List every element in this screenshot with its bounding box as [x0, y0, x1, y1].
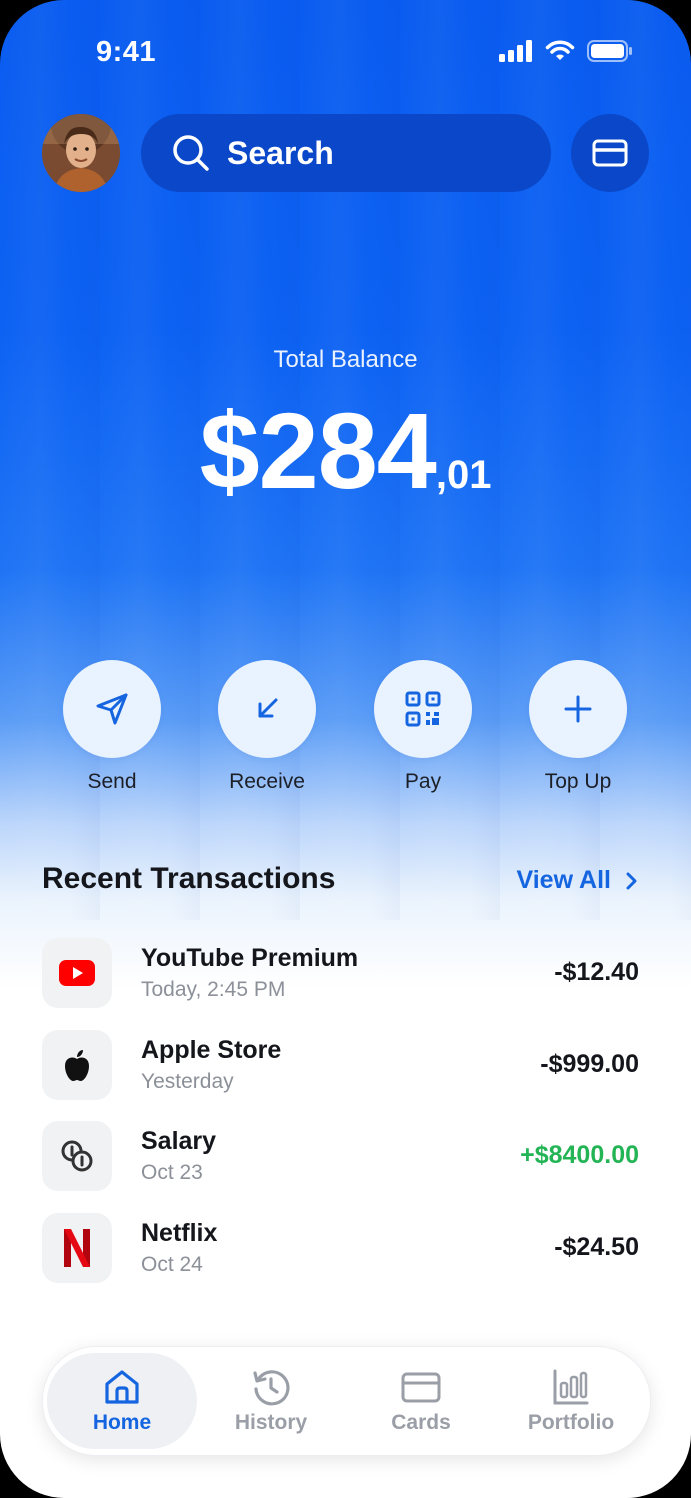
transaction-amount: -$12.40 [554, 958, 639, 986]
balance-amount: $284,01 [0, 388, 691, 513]
pay-label: Pay [404, 770, 442, 793]
status-icons [499, 40, 633, 62]
battery-icon [587, 40, 632, 62]
receive-arrow-icon [258, 698, 278, 718]
tab-portfolio-label: Portfolio [527, 1411, 615, 1434]
receive-circle[interactable] [218, 660, 316, 758]
youtube-icon [42, 938, 112, 1008]
transaction-date: Today, 2:45 PM [141, 978, 286, 1001]
signal-icon [499, 40, 532, 62]
cards-button[interactable] [571, 114, 649, 192]
transaction-name: YouTube Premium [141, 944, 359, 972]
home-icon [105, 1370, 139, 1404]
balance-label: Total Balance [273, 346, 418, 373]
avatar[interactable] [42, 114, 120, 192]
tab-home-label: Home [92, 1411, 152, 1434]
transaction-date: Yesterday [141, 1069, 234, 1093]
section-title: Recent Transactions [42, 862, 336, 895]
bar-chart-icon [553, 1369, 589, 1405]
card-icon [401, 1372, 441, 1403]
tab-portfolio[interactable]: Portfolio [496, 1353, 646, 1449]
plus-icon [564, 695, 592, 723]
tab-history-label: History [234, 1411, 308, 1434]
history-icon [253, 1370, 290, 1406]
transaction-row[interactable]: Salary Oct 23 +$8400.00 [42, 1121, 639, 1213]
wifi-icon [545, 40, 575, 60]
transaction-row[interactable]: Netflix Oct 24 -$24.50 [42, 1212, 639, 1305]
tab-history[interactable]: History [196, 1353, 346, 1449]
top-up-circle[interactable] [529, 660, 627, 758]
transactions-header: Recent Transactions View All [42, 862, 637, 902]
balance-cents: ,01 [435, 453, 492, 497]
view-all-link[interactable]: View All [517, 866, 637, 895]
status-time: 9:41 [96, 36, 157, 68]
pay-button[interactable]: Pay [374, 660, 472, 794]
phone-screen: 9:41 Search Total Balance $284,01 Send R… [0, 0, 691, 1498]
search-placeholder: Search [227, 134, 334, 171]
netflix-icon [42, 1212, 112, 1283]
send-button[interactable]: Send [63, 660, 161, 794]
top-up-label: Top Up [544, 770, 612, 793]
tab-home[interactable]: Home [47, 1353, 197, 1449]
transaction-row[interactable]: YouTube Premium Today, 2:45 PM -$12.40 [42, 938, 639, 1030]
tab-cards[interactable]: Cards [346, 1353, 496, 1449]
bottom-nav: Home History Cards Portfolio [42, 1346, 651, 1456]
send-label: Send [87, 770, 137, 793]
transaction-row[interactable]: Apple Store Yesterday -$999.00 [42, 1029, 639, 1122]
transaction-amount: +$8400.00 [520, 1141, 639, 1169]
transaction-date: Oct 24 [141, 1252, 203, 1276]
coins-icon [42, 1121, 112, 1191]
qr-code-icon [405, 691, 441, 727]
send-icon [96, 693, 128, 725]
transaction-list: YouTube Premium Today, 2:45 PM -$12.40 A… [42, 938, 639, 1304]
transaction-amount: -$999.00 [540, 1049, 639, 1078]
chevron-right-icon [626, 872, 637, 889]
transaction-name: Salary [141, 1127, 217, 1155]
pay-circle[interactable] [374, 660, 472, 758]
top-up-button[interactable]: Top Up [529, 660, 627, 794]
receive-button[interactable]: Receive [218, 660, 316, 794]
search-bar[interactable]: Search [141, 114, 551, 192]
send-circle[interactable] [63, 660, 161, 758]
transaction-name: Netflix [141, 1218, 218, 1247]
transaction-name: Apple Store [141, 1035, 282, 1064]
transaction-amount: -$24.50 [554, 1232, 639, 1261]
search-icon [173, 135, 209, 171]
header: Search [42, 114, 649, 192]
apple-icon [42, 1029, 112, 1100]
view-all-label: View All [516, 866, 611, 894]
transaction-date: Oct 23 [141, 1161, 203, 1184]
receive-label: Receive [229, 770, 305, 793]
balance-main: $284 [199, 390, 437, 511]
quick-actions: Send Receive Pay Top Up [0, 660, 691, 800]
status-bar: 9:41 [0, 34, 691, 74]
card-icon [592, 139, 628, 167]
tab-cards-label: Cards [391, 1411, 451, 1434]
